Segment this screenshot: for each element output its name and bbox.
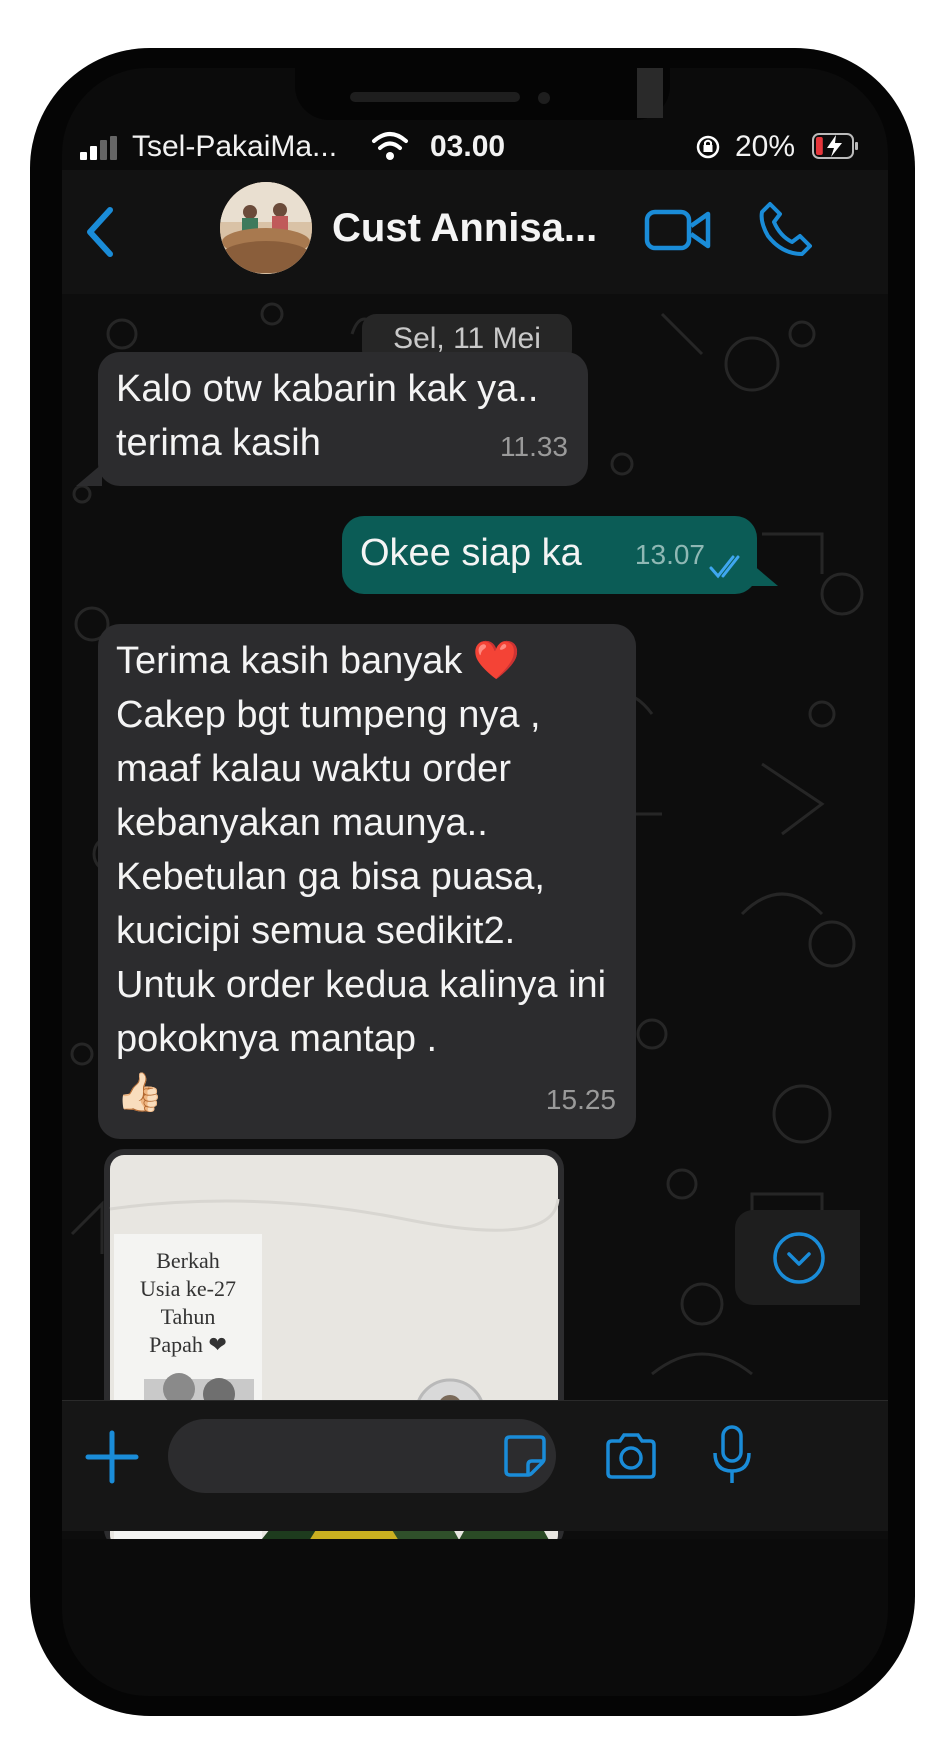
message-time: 13.07 <box>634 539 705 570</box>
wifi-icon <box>372 132 408 160</box>
orientation-lock-icon <box>696 135 720 159</box>
camera-icon[interactable] <box>604 1431 658 1481</box>
signal-icon <box>80 136 120 160</box>
front-camera <box>538 92 550 104</box>
message-composer <box>62 1400 888 1531</box>
sticker-icon[interactable] <box>502 1433 548 1479</box>
plus-icon[interactable] <box>82 1427 142 1487</box>
message-bubble-incoming[interactable]: Kalo otw kabarin kak ya.. terima kasih 1… <box>98 352 588 486</box>
message-bubble-outgoing[interactable]: Okee siap ka 13.07 <box>342 516 757 594</box>
message-input[interactable] <box>168 1419 556 1493</box>
carrier-name: Tsel-PakaiMa... <box>132 130 338 163</box>
bubble-tail <box>752 564 778 586</box>
back-chevron-icon[interactable] <box>80 202 120 262</box>
message-text: Terima kasih banyak ❤️ Cakep bgt tumpeng… <box>116 640 607 1114</box>
status-time: 03.00 <box>430 130 506 163</box>
chat-header: Cust Annisa... <box>62 170 888 295</box>
read-receipt-icon <box>709 555 740 579</box>
microphone-icon[interactable] <box>712 1425 752 1487</box>
speaker <box>350 92 520 102</box>
message-time: 15.25 <box>545 1084 616 1115</box>
status-bar: Tsel-PakaiMa... 03.00 20% <box>80 128 870 168</box>
battery-charging-icon <box>812 133 858 159</box>
battery-percent: 20% <box>735 130 796 163</box>
contact-name[interactable]: Cust Annisa... <box>332 206 597 251</box>
message-text: Okee siap ka <box>360 532 582 574</box>
chat-area[interactable]: Sel, 11 Mei Kalo otw kabarin kak ya.. te… <box>62 294 888 1539</box>
bubble-tail <box>76 464 102 486</box>
photo-card-text: Berkah Usia ke-27 Tahun Papah ❤ <box>140 1248 236 1357</box>
chevron-down-circle-icon <box>773 1232 825 1284</box>
scroll-to-bottom-button[interactable] <box>735 1210 860 1305</box>
notch-edge <box>637 68 663 118</box>
message-text: Kalo otw kabarin kak ya.. terima kasih <box>116 368 539 464</box>
message-time: 11.33 <box>500 431 568 462</box>
message-bubble-incoming[interactable]: Terima kasih banyak ❤️ Cakep bgt tumpeng… <box>98 624 636 1139</box>
contact-avatar[interactable] <box>220 182 312 274</box>
phone-call-icon[interactable] <box>758 200 812 258</box>
video-call-icon[interactable] <box>644 206 712 254</box>
